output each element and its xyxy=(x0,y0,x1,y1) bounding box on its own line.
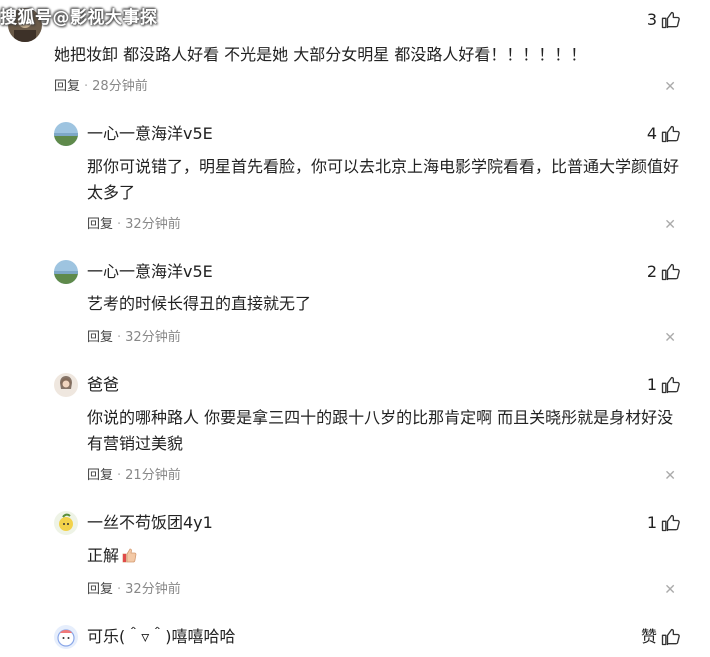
thumbs-up-icon xyxy=(660,513,680,533)
comment-username[interactable]: 爸爸 xyxy=(87,373,119,397)
avatar[interactable] xyxy=(54,625,78,649)
close-icon[interactable]: ✕ xyxy=(664,580,676,600)
comment-text: 那你可说错了，明星首先看脸，你可以去北京上海电影学院看看，比普通大学颜值好太多了 xyxy=(87,157,680,202)
comment-text: 她把妆卸 都没路人好看 不光是她 大部分女明星 都没路人好看！！！！！！ xyxy=(54,45,587,64)
reply-button[interactable]: 回复 xyxy=(87,582,113,597)
separator-dot: · xyxy=(117,582,122,597)
separator-dot: · xyxy=(117,468,122,483)
like-label: 赞 xyxy=(640,627,657,646)
like-button[interactable]: 3 xyxy=(647,8,680,32)
comment-username[interactable]: 一丝不苟饭团4y1 xyxy=(87,511,213,535)
like-count: 1 xyxy=(646,375,657,394)
avatar[interactable] xyxy=(54,122,78,146)
thumbs-up-emoji-icon xyxy=(121,547,137,563)
comment-username[interactable]: 一心一意海洋v5E xyxy=(87,260,213,284)
comment-time: 21分钟前 xyxy=(125,468,181,483)
comment-time: 32分钟前 xyxy=(125,217,181,232)
like-button[interactable]: 2 xyxy=(647,260,680,284)
reply-button[interactable]: 回复 xyxy=(54,79,80,94)
comment-text-wrap: 正解 xyxy=(87,543,683,569)
separator-dot: · xyxy=(117,330,122,345)
avatar[interactable] xyxy=(54,511,78,535)
thumbs-up-icon xyxy=(660,375,680,395)
comment-meta: 回复 · 28分钟前 xyxy=(54,77,148,97)
like-count: 4 xyxy=(646,124,657,143)
comment-time: 28分钟前 xyxy=(92,79,148,94)
thumbs-up-icon xyxy=(660,262,680,282)
comment-time: 32分钟前 xyxy=(125,582,181,597)
like-count: 3 xyxy=(646,10,657,29)
comment-username[interactable]: 一心一意海洋v5E xyxy=(87,122,213,146)
close-icon[interactable]: ✕ xyxy=(664,466,676,486)
comment-text: 正解 xyxy=(87,546,120,565)
close-icon[interactable]: ✕ xyxy=(664,328,676,348)
like-button[interactable]: 4 xyxy=(647,122,680,146)
close-icon[interactable]: ✕ xyxy=(664,215,676,235)
comment-text: 你说的哪种路人 你要是拿三四十的跟十八岁的比那肯定啊 而且关晓彤就是身材好没有营… xyxy=(87,408,674,453)
like-button[interactable]: 赞 xyxy=(641,625,680,649)
thumbs-up-icon xyxy=(660,10,680,30)
reply-button[interactable]: 回复 xyxy=(87,217,113,232)
avatar[interactable] xyxy=(54,373,78,397)
reply-button[interactable]: 回复 xyxy=(87,330,113,345)
comment-username[interactable]: 可乐(＾▿＾)嘻嘻哈哈 xyxy=(87,625,236,649)
thumbs-up-icon xyxy=(660,627,680,647)
comment-text: 艺考的时候长得丑的直接就无了 xyxy=(87,294,312,313)
comment-meta: 回复 · 32分钟前 xyxy=(87,328,181,348)
comment-meta: 回复 · 21分钟前 xyxy=(87,466,181,486)
close-icon[interactable]: ✕ xyxy=(664,77,676,97)
like-button[interactable]: 1 xyxy=(647,511,680,535)
separator-dot: · xyxy=(117,217,122,232)
watermark-text: 搜狐号@影视大事探 xyxy=(0,8,158,28)
comment-meta: 回复 · 32分钟前 xyxy=(87,580,181,600)
separator-dot: · xyxy=(84,79,89,94)
like-count: 2 xyxy=(646,262,657,281)
like-button[interactable]: 1 xyxy=(647,373,680,397)
comment-time: 32分钟前 xyxy=(125,330,181,345)
thumbs-up-icon xyxy=(660,124,680,144)
reply-button[interactable]: 回复 xyxy=(87,468,113,483)
comment-meta: 回复 · 32分钟前 xyxy=(87,215,181,235)
avatar[interactable] xyxy=(54,260,78,284)
like-count: 1 xyxy=(646,513,657,532)
